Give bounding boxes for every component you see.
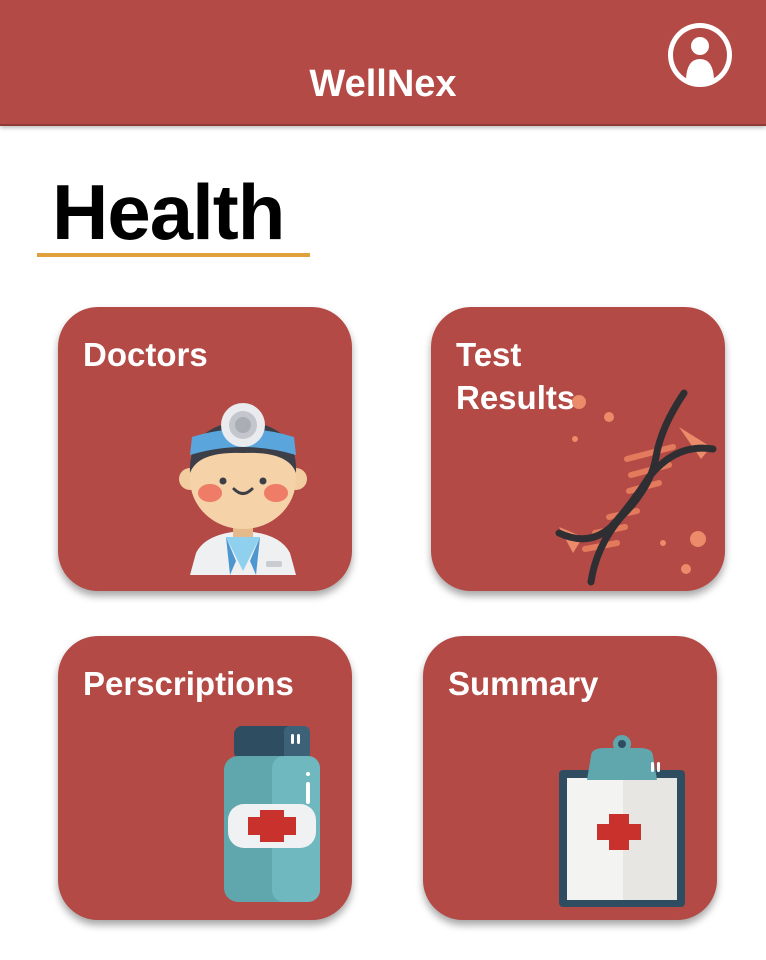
summary-card-label: Summary [448,665,599,702]
app-title: WellNex [309,63,457,105]
doctors-card-label: Doctors [83,336,208,373]
app-header: WellNex [0,0,766,126]
dna-icon [555,389,717,586]
summary-card[interactable]: Summary [423,636,717,920]
profile-avatar-icon[interactable] [665,20,735,90]
medicine-bottle-icon [224,726,320,902]
doctors-card[interactable]: Doctors [58,307,352,591]
test-results-card[interactable]: Test Results [431,307,725,591]
page-title: Health [52,168,285,256]
prescriptions-card[interactable]: Perscriptions [58,636,352,920]
doctor-icon [179,403,307,575]
clipboard-icon [559,735,685,907]
prescriptions-card-label: Perscriptions [83,665,294,702]
page-title-underline [37,253,310,257]
